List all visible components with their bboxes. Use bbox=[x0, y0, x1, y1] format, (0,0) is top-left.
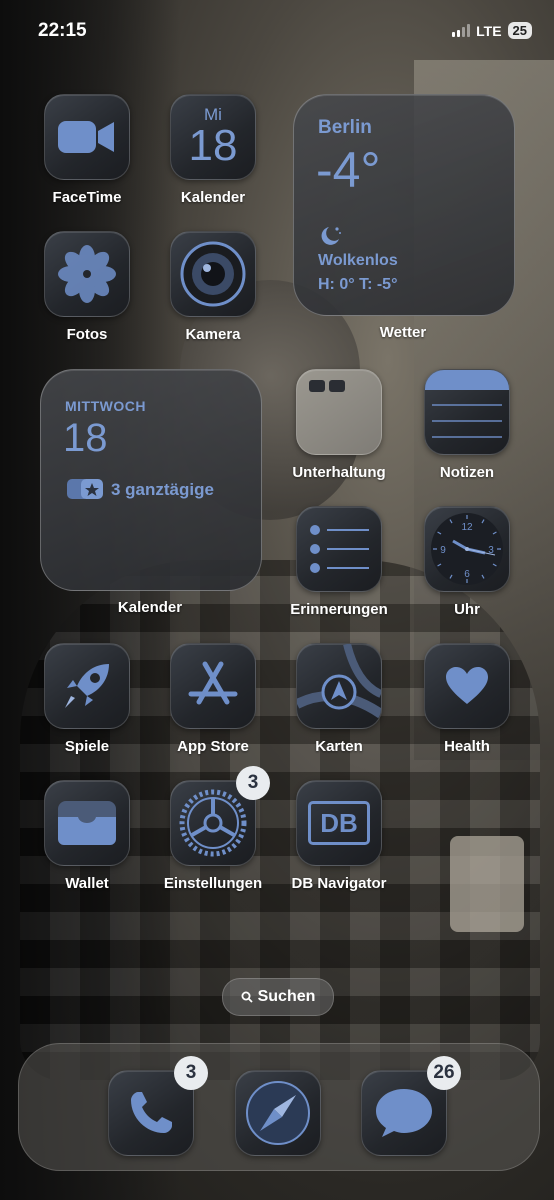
list-icon bbox=[296, 506, 382, 592]
app-label: Erinnerungen bbox=[290, 601, 388, 618]
status-time: 22:15 bbox=[38, 20, 87, 41]
rocket-icon bbox=[44, 643, 130, 729]
app-unterhaltung[interactable]: Unterhaltung bbox=[292, 369, 386, 481]
app-label: Notizen bbox=[439, 464, 495, 481]
calendar-events-icon bbox=[67, 479, 103, 499]
calendar-weekday: MITTWOCH bbox=[65, 398, 146, 414]
wallet-icon bbox=[44, 780, 130, 866]
app-fotos[interactable]: Fotos bbox=[44, 231, 130, 343]
search-label: Suchen bbox=[257, 988, 316, 1005]
calendar-widget[interactable]: MITTWOCH 18 3 ganztägige bbox=[40, 369, 262, 591]
notification-badge: 3 bbox=[174, 1056, 208, 1090]
battery-indicator: 25 bbox=[507, 22, 532, 39]
compass-icon bbox=[235, 1070, 321, 1156]
clock-numeral-6: 6 bbox=[464, 569, 470, 580]
app-uhr[interactable]: 12 3 6 9 Uhr bbox=[424, 506, 510, 618]
network-type: LTE bbox=[476, 22, 502, 39]
app-facetime[interactable]: FaceTime bbox=[44, 94, 130, 206]
signal-bars-icon bbox=[452, 24, 471, 37]
clock-numeral-12: 12 bbox=[461, 522, 473, 533]
app-label: Fotos bbox=[66, 326, 108, 343]
video-camera-icon bbox=[44, 94, 130, 180]
app-db-navigator[interactable]: DB DB Navigator bbox=[291, 780, 387, 892]
weather-condition: Wolkenlos bbox=[318, 252, 398, 269]
app-label: Einstellungen bbox=[163, 875, 263, 892]
search-icon bbox=[241, 991, 253, 1003]
app-label: Spiele bbox=[64, 738, 110, 755]
app-label: FaceTime bbox=[52, 189, 122, 206]
moon-stars-icon bbox=[321, 227, 341, 245]
widget-label-wetter: Wetter bbox=[379, 324, 427, 341]
calendar-widget-date: 18 bbox=[63, 416, 108, 460]
app-label: Health bbox=[444, 738, 490, 755]
search-button[interactable]: Suchen bbox=[222, 978, 334, 1016]
app-erinnerungen[interactable]: Erinnerungen bbox=[290, 506, 388, 618]
app-spiele[interactable]: Spiele bbox=[44, 643, 130, 755]
app-store-icon bbox=[170, 643, 256, 729]
app-kamera[interactable]: Kamera bbox=[170, 231, 256, 343]
dock-app-messages[interactable]: 26 bbox=[361, 1056, 461, 1156]
clock-numeral-9: 9 bbox=[440, 545, 446, 556]
notes-icon bbox=[424, 369, 510, 455]
calendar-date: 18 bbox=[188, 121, 238, 170]
weather-temperature: -4° bbox=[316, 142, 381, 198]
calendar-icon: Mi 18 bbox=[170, 94, 256, 180]
app-einstellungen[interactable]: 3 Einstellungen bbox=[164, 766, 270, 892]
app-label: Karten bbox=[315, 738, 363, 755]
map-icon bbox=[296, 643, 382, 729]
dock-app-safari[interactable] bbox=[235, 1070, 321, 1156]
app-kalender[interactable]: Mi 18 Kalender bbox=[170, 94, 256, 206]
weather-widget[interactable]: Berlin -4° Wolkenlos H: 0° T: -5° bbox=[293, 94, 515, 316]
app-label: App Store bbox=[177, 738, 249, 755]
camera-lens-icon bbox=[170, 231, 256, 317]
app-label: Unterhaltung bbox=[292, 464, 386, 481]
app-karten[interactable]: Karten bbox=[296, 643, 382, 755]
app-health[interactable]: Health bbox=[424, 643, 510, 755]
status-indicators: LTE 25 bbox=[452, 22, 532, 39]
weather-city: Berlin bbox=[318, 117, 372, 138]
notification-badge: 3 bbox=[236, 766, 270, 800]
calendar-events-count: 3 ganztägige bbox=[111, 480, 214, 499]
weather-high-low: H: 0° T: -5° bbox=[318, 276, 398, 293]
wallpaper-light-switch bbox=[450, 836, 524, 932]
heart-icon bbox=[424, 643, 510, 729]
db-logo-icon: DB bbox=[296, 780, 382, 866]
app-notizen[interactable]: Notizen bbox=[424, 369, 510, 481]
flower-icon bbox=[44, 231, 130, 317]
app-label: Kalender bbox=[180, 189, 246, 206]
widget-label-kalender: Kalender bbox=[117, 599, 183, 616]
app-label: Wallet bbox=[65, 875, 109, 892]
dock-app-phone[interactable]: 3 bbox=[108, 1056, 208, 1156]
folder-icon bbox=[296, 369, 382, 455]
app-label: DB Navigator bbox=[291, 875, 387, 892]
app-label: Kamera bbox=[185, 326, 241, 343]
db-logo-text: DB bbox=[308, 801, 370, 845]
notification-badge: 26 bbox=[427, 1056, 461, 1090]
app-label: Uhr bbox=[454, 601, 480, 618]
app-wallet[interactable]: Wallet bbox=[44, 780, 130, 892]
clock-icon: 12 3 6 9 bbox=[424, 506, 510, 592]
app-appstore[interactable]: App Store bbox=[170, 643, 256, 755]
